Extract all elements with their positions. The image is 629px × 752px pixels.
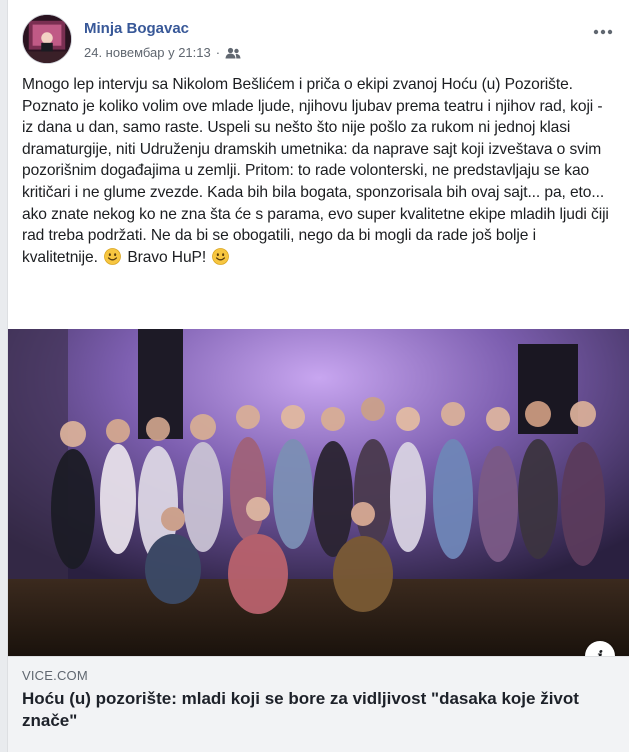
link-preview[interactable]: VICE.COM Hoću (u) pozorište: mladi koji … <box>8 656 629 752</box>
post-header: Minja Bogavac 24. новембар у 21:13 · <box>22 14 629 66</box>
meta-separator: · <box>215 45 221 60</box>
post-meta: 24. новембар у 21:13 · <box>84 45 241 60</box>
author-avatar[interactable] <box>22 14 72 64</box>
link-domain: VICE.COM <box>22 668 88 683</box>
post-message-body: Mnogo lep intervju sa Nikolom Bešlićem i… <box>22 76 609 266</box>
smiley-emoji-icon <box>104 247 121 265</box>
post-timestamp[interactable]: 24. новембар у 21:13 <box>84 45 211 60</box>
shared-link-image[interactable] <box>8 329 629 656</box>
smiley-emoji-icon <box>212 247 230 265</box>
friends-icon[interactable] <box>225 47 241 59</box>
more-horizontal-icon[interactable] <box>591 20 615 44</box>
post-message: Mnogo lep intervju sa Nikolom Bešlićem i… <box>22 74 616 268</box>
author-name[interactable]: Minja Bogavac <box>84 20 189 37</box>
avatar-image <box>23 15 71 63</box>
group-photo <box>8 329 629 656</box>
post-card: Minja Bogavac 24. новембар у 21:13 · Mno <box>7 0 629 752</box>
link-title[interactable]: Hoću (u) pozorište: mladi koji se bore z… <box>22 688 612 732</box>
post-message-tail: Bravo HuP! <box>127 248 207 266</box>
